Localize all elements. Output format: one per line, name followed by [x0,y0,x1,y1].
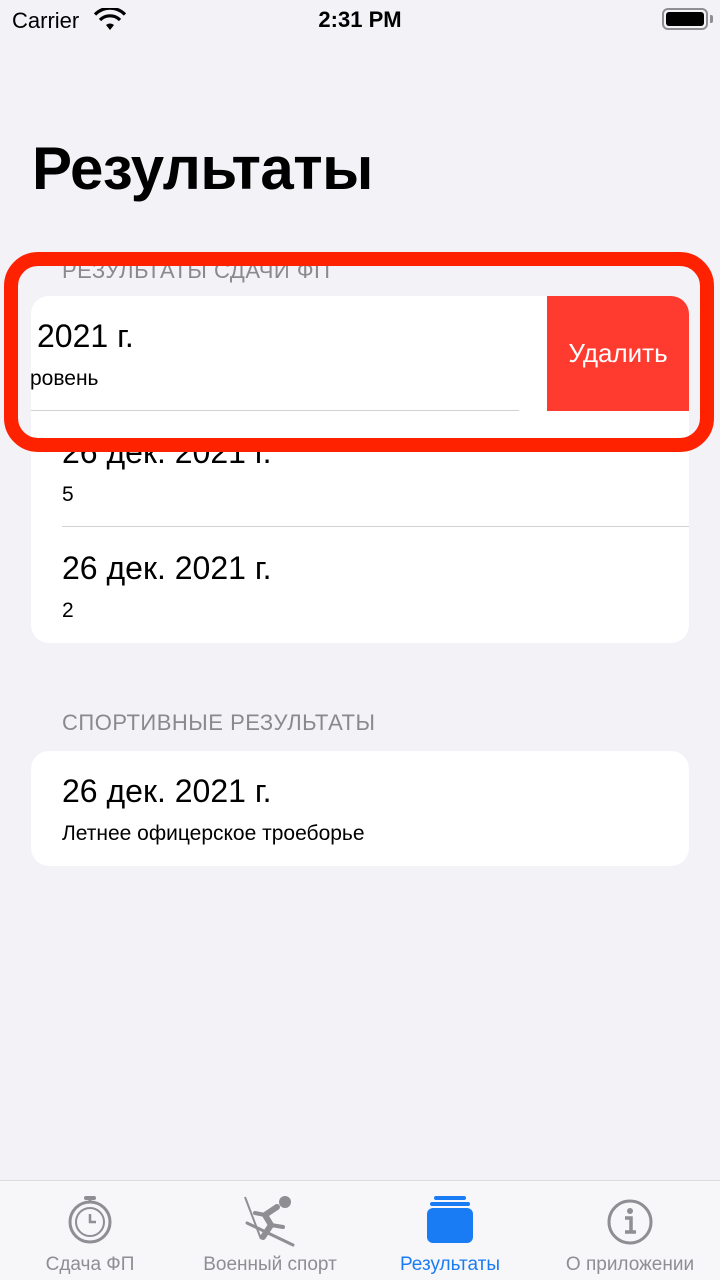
info-icon [607,1199,653,1245]
tab-fp[interactable]: Сдача ФП [0,1181,180,1280]
tab-results[interactable]: Результаты [360,1181,540,1280]
row-separator [62,526,689,527]
stack-icon [427,1196,473,1243]
battery-cap [710,15,713,23]
row-subtitle: Летнее офицерское троеборье [62,822,365,845]
tab-label: О приложении [565,1254,695,1275]
row-subtitle: 2 [62,599,74,622]
sport-results-card: 26 дек. 2021 г. Летнее офицерское троебо… [31,751,689,866]
list-item[interactable]: 26 дек. 2021 г. Летнее офицерское троебо… [31,751,689,866]
row-date: 26 дек. 2021 г. [62,550,272,586]
tab-label: Сдача ФП [45,1254,135,1275]
row-date: 26 дек. 2021 г. [62,773,272,809]
list-item[interactable]: 26 дек. 2021 г. 2 [31,528,689,643]
tab-bar: Сдача ФП Военный спорт Результаты О прил… [0,1180,720,1280]
skier-icon [244,1196,295,1247]
stopwatch-icon [68,1196,112,1244]
row-subtitle: 5 [62,483,74,506]
page-title: Результаты [32,135,373,202]
tab-label: Результаты [399,1254,501,1275]
tab-military-sport[interactable]: Военный спорт [180,1181,360,1280]
section-header-sport: СПОРТИВНЫЕ РЕЗУЛЬТАТЫ [62,710,376,735]
tab-label: Военный спорт [203,1254,337,1275]
highlight-annotation [4,252,714,452]
status-bar: Carrier 2:31 PM [0,0,720,40]
tab-about[interactable]: О приложении [540,1181,720,1280]
battery-icon [662,8,708,30]
status-time: 2:31 PM [318,7,402,32]
